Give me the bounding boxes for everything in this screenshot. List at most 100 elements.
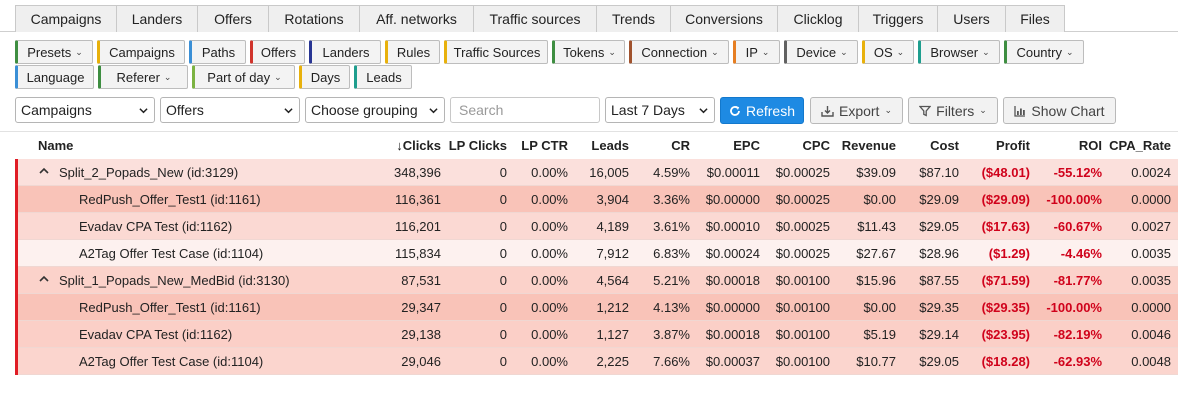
grouping-chip[interactable]: Country ⌄ (1004, 40, 1084, 64)
grouping-chip[interactable]: Tokens ⌄ (552, 40, 625, 64)
cell-profit: ($23.95) (981, 327, 1030, 342)
row-name[interactable]: Evadav CPA Test (id:1162) (79, 327, 232, 342)
col-cost[interactable]: Cost (930, 138, 959, 153)
grouping-chip-label: Part of day (207, 69, 271, 85)
grouping-chip[interactable]: Leads (354, 65, 412, 89)
row-name[interactable]: Evadav CPA Test (id:1162) (79, 219, 232, 234)
row-name[interactable]: RedPush_Offer_Test1 (id:1161) (79, 192, 261, 207)
tab-trends[interactable]: Trends (596, 5, 671, 32)
grouping-chip[interactable]: Traffic Sources (444, 40, 548, 64)
col-roi[interactable]: ROI (1079, 138, 1102, 153)
tab-campaigns[interactable]: Campaigns (15, 5, 117, 32)
collapse-chevron-icon[interactable] (38, 273, 50, 285)
cell-lp-ctr: 0.00% (531, 354, 568, 369)
filters-label: Filters (936, 102, 975, 119)
col-name[interactable]: Name (38, 138, 73, 153)
grouping-chip[interactable]: Language (15, 65, 94, 89)
row-name[interactable]: RedPush_Offer_Test1 (id:1161) (79, 300, 261, 315)
tab-files[interactable]: Files (1005, 5, 1065, 32)
chevron-down-icon: ⌄ (840, 46, 848, 57)
cell-cpc: $0.00100 (775, 273, 830, 288)
col-leads[interactable]: Leads (591, 138, 629, 153)
cell-cpc: $0.00025 (775, 219, 830, 234)
cell-epc: $0.00011 (706, 165, 760, 180)
cell-roi: -60.67% (1053, 219, 1102, 234)
col-profit[interactable]: Profit (996, 138, 1030, 153)
show-chart-button[interactable]: Show Chart (1003, 97, 1116, 124)
tab-traffic-sources[interactable]: Traffic sources (473, 5, 597, 32)
row-name[interactable]: A2Tag Offer Test Case (id:1104) (79, 354, 263, 369)
cell-cpa-rate: 0.0027 (1131, 219, 1171, 234)
cell-clicks: 116,201 (394, 219, 441, 234)
table-row[interactable]: A2Tag Offer Test Case (id:1104) 115,834 0 0… (15, 240, 1178, 267)
export-button[interactable]: Export ⌄ (810, 97, 903, 124)
grouping-select-1[interactable]: Campaigns (15, 97, 155, 123)
grouping-chip[interactable]: IP ⌄ (733, 40, 780, 64)
col-epc[interactable]: EPC (733, 138, 760, 153)
cell-clicks: 29,046 (401, 354, 441, 369)
cell-leads: 1,127 (596, 327, 629, 342)
tab-users[interactable]: Users (937, 5, 1006, 32)
col-clicks[interactable]: ↓Clicks (396, 138, 441, 153)
table-row[interactable]: RedPush_Offer_Test1 (id:1161) 29,347 0 0.00… (15, 294, 1178, 321)
grouping-chip[interactable]: Paths (189, 40, 246, 64)
table-row[interactable]: Evadav CPA Test (id:1162) 116,201 0 0.00% 4,… (15, 213, 1178, 240)
collapse-chevron-icon[interactable] (38, 165, 50, 177)
refresh-label: Refresh (745, 102, 796, 119)
col-cr[interactable]: CR (671, 138, 690, 153)
tab-clicklog[interactable]: Clicklog (777, 5, 859, 32)
chevron-down-icon: ⌄ (274, 71, 282, 82)
table-row[interactable]: RedPush_Offer_Test1 (id:1161) 116,361 0 0.0… (15, 186, 1178, 213)
grouping-chip[interactable]: Referer ⌄ (98, 65, 188, 89)
grouping-chip[interactable]: Campaigns (97, 40, 185, 64)
grouping-chip[interactable]: OS ⌄ (862, 40, 914, 64)
tab-aff-networks[interactable]: Aff. networks (359, 5, 474, 32)
refresh-button[interactable]: Refresh (720, 97, 804, 124)
col-lp-ctr[interactable]: LP CTR (521, 138, 568, 153)
grouping-chip[interactable]: Offers (250, 40, 305, 64)
tab-triggers[interactable]: Triggers (858, 5, 938, 32)
grouping-chip[interactable]: Browser ⌄ (918, 40, 1000, 64)
row-name[interactable]: A2Tag Offer Test Case (id:1104) (79, 246, 263, 261)
col-cpc[interactable]: CPC (803, 138, 830, 153)
grouping-select-3[interactable]: Choose grouping (305, 97, 445, 123)
col-cpa-rate[interactable]: CPA_Rate (1109, 138, 1171, 153)
filters-button[interactable]: Filters ⌄ (908, 97, 998, 124)
table-group-row[interactable]: Split_1_Popads_New_MedBid (id:3130) 87,53… (15, 267, 1178, 294)
grouping-chip[interactable]: Days (299, 65, 350, 89)
grouping-select-2[interactable]: Offers (160, 97, 300, 123)
grouping-chip-label: Referer (116, 69, 160, 85)
grouping-chip[interactable]: Connection ⌄ (629, 40, 729, 64)
cell-cost: $29.14 (919, 327, 959, 342)
grouping-chip[interactable]: Landers (309, 40, 381, 64)
grouping-chip[interactable]: Part of day ⌄ (192, 65, 295, 89)
col-revenue[interactable]: Revenue (842, 138, 896, 153)
cell-epc: $0.00018 (705, 327, 760, 342)
table-row[interactable]: A2Tag Offer Test Case (id:1104) 29,046 0 0.… (15, 348, 1178, 375)
cell-leads: 16,005 (589, 165, 629, 180)
cell-cpc: $0.00025 (775, 246, 830, 261)
grouping-chip[interactable]: Rules (385, 40, 440, 64)
grouping-chip[interactable]: Presets ⌄ (15, 40, 93, 64)
cell-clicks: 87,531 (401, 273, 441, 288)
table-row[interactable]: Evadav CPA Test (id:1162) 29,138 0 0.00% 1,1… (15, 321, 1178, 348)
tab-rotations[interactable]: Rotations (268, 5, 360, 32)
search-input[interactable]: Search (450, 97, 600, 123)
cell-lp-clicks: 0 (499, 219, 507, 234)
cell-revenue: $5.19 (863, 327, 896, 342)
cell-lp-clicks: 0 (499, 165, 507, 180)
refresh-icon (730, 105, 740, 116)
cell-profit: ($17.63) (981, 219, 1030, 234)
cell-epc: $0.00010 (705, 219, 760, 234)
row-name[interactable]: Split_1_Popads_New_MedBid (id:3130) (59, 273, 290, 288)
grouping-chip[interactable]: Device ⌄ (784, 40, 858, 64)
chevron-down-icon: ⌄ (163, 71, 172, 82)
col-lp-clicks[interactable]: LP Clicks (449, 138, 507, 153)
tab-landers[interactable]: Landers (116, 5, 198, 32)
date-range-select[interactable]: Last 7 Days (605, 97, 715, 123)
row-name[interactable]: Split_2_Popads_New (id:3129) (59, 165, 238, 180)
tab-conversions[interactable]: Conversions (670, 5, 778, 32)
cell-profit: ($48.01) (981, 165, 1030, 180)
tab-offers[interactable]: Offers (197, 5, 269, 32)
table-group-row[interactable]: Split_2_Popads_New (id:3129) 348,396 0 0.00… (15, 159, 1178, 186)
